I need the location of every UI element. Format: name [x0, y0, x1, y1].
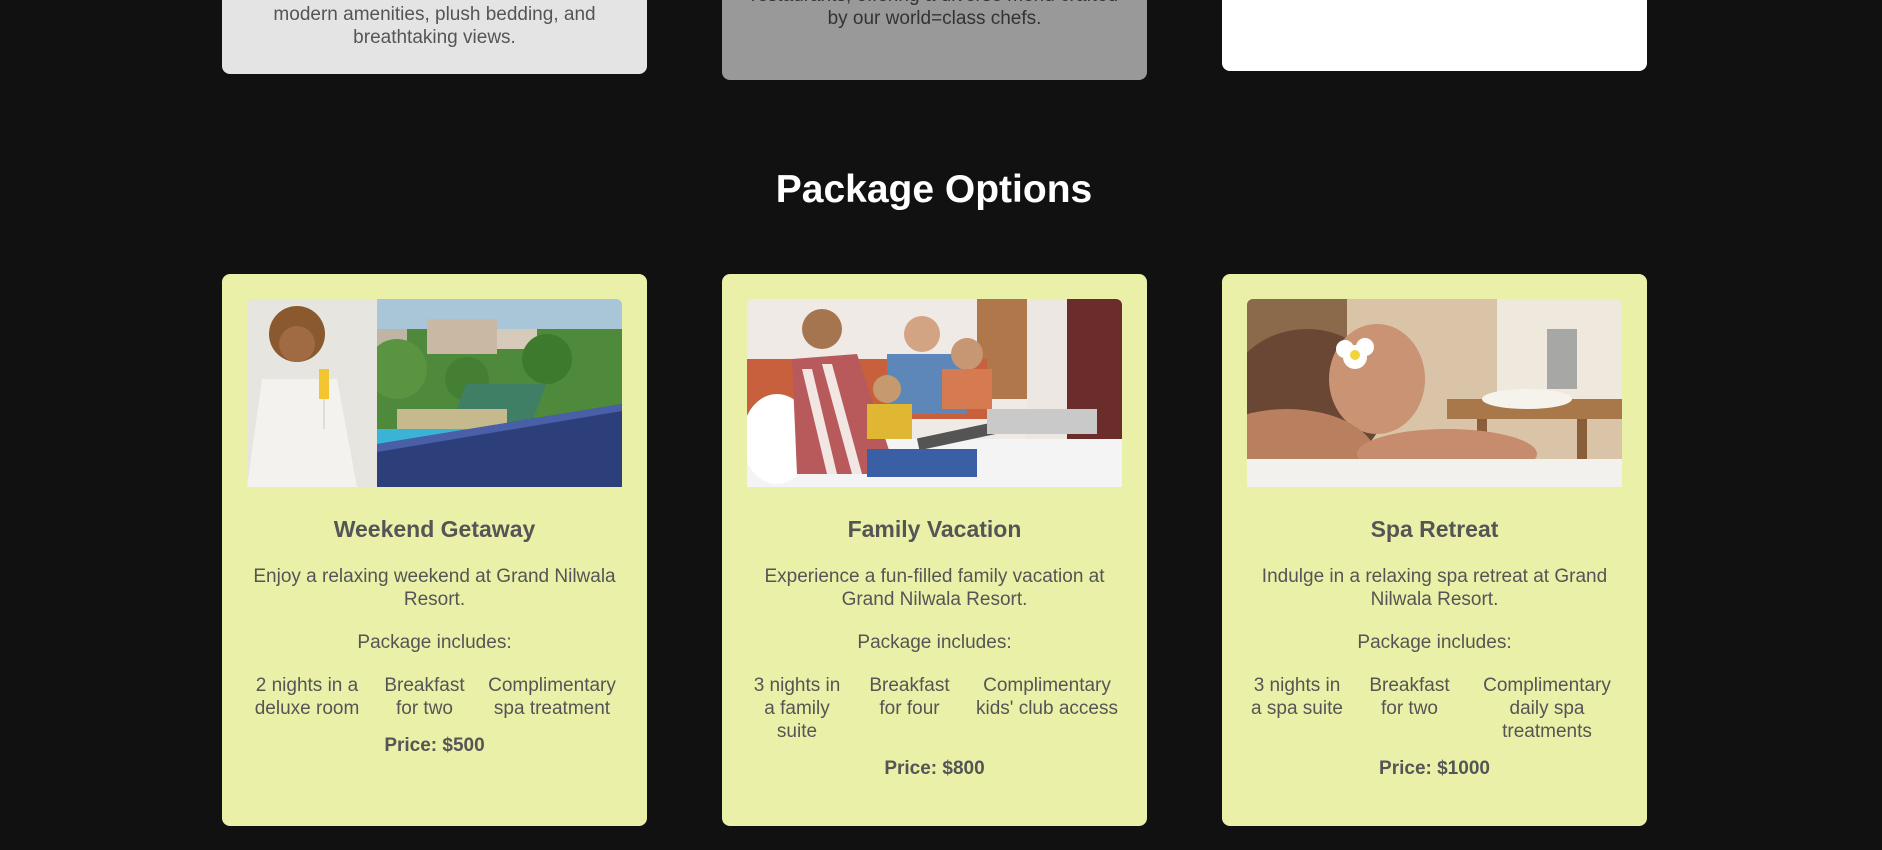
include-item: Breakfast for two — [384, 675, 465, 719]
package-description: Experience a fun-filled family vacation … — [764, 566, 1105, 610]
feature-card-dining: restaurants, offering a diverse menu cra… — [722, 0, 1147, 80]
package-includes-list: 2 nights in a deluxe room Breakfast for … — [247, 674, 622, 720]
package-includes-list: 3 nights in a family suite Breakfast for… — [747, 674, 1122, 743]
package-includes-label: Package includes: — [1357, 632, 1512, 653]
feature-card-blank — [1222, 0, 1647, 71]
family-reading-photo — [747, 299, 1122, 487]
spa-massage-photo — [1247, 299, 1622, 487]
package-card-spa-retreat: Spa Retreat Indulge in a relaxing spa re… — [1222, 274, 1647, 826]
include-item: Complimentary spa treatment — [488, 675, 616, 719]
package-price: Price: $800 — [884, 758, 985, 779]
include-item: Breakfast for four — [869, 675, 950, 719]
package-title: Spa Retreat — [1370, 516, 1499, 542]
package-price: Price: $1000 — [1379, 758, 1490, 779]
package-description: Enjoy a relaxing weekend at Grand Nilwal… — [253, 566, 616, 610]
package-photo — [247, 299, 622, 487]
package-description: Indulge in a relaxing spa retreat at Gra… — [1261, 566, 1608, 610]
package-photo — [747, 299, 1122, 487]
package-includes-label: Package includes: — [357, 632, 512, 653]
include-item: 3 nights in a family suite — [753, 675, 841, 742]
include-item: 3 nights in a spa suite — [1251, 675, 1343, 719]
include-item: 2 nights in a deluxe room — [254, 675, 360, 719]
feature-card-rooms: modern amenities, plush bedding, and bre… — [222, 0, 647, 74]
section-title: Package Options — [775, 168, 1093, 211]
include-item: Breakfast for two — [1369, 675, 1450, 719]
woman-on-balcony-photo — [247, 299, 622, 487]
page: modern amenities, plush bedding, and bre… — [0, 0, 1882, 850]
package-includes-list: 3 nights in a spa suite Breakfast for tw… — [1247, 674, 1622, 743]
feature-text: restaurants, offering a diverse menu cra… — [751, 0, 1118, 29]
include-item: Complimentary kids' club access — [976, 675, 1118, 719]
package-includes-label: Package includes: — [857, 632, 1012, 653]
package-title: Family Vacation — [847, 516, 1022, 542]
package-title: Weekend Getaway — [333, 516, 536, 542]
feature-text: modern amenities, plush bedding, and bre… — [273, 4, 596, 48]
package-photo — [1247, 299, 1622, 487]
package-card-weekend-getaway: Weekend Getaway Enjoy a relaxing weekend… — [222, 274, 647, 826]
package-price: Price: $500 — [384, 735, 485, 756]
package-card-family-vacation: Family Vacation Experience a fun-filled … — [722, 274, 1147, 826]
include-item: Complimentary daily spa treatments — [1483, 675, 1611, 742]
